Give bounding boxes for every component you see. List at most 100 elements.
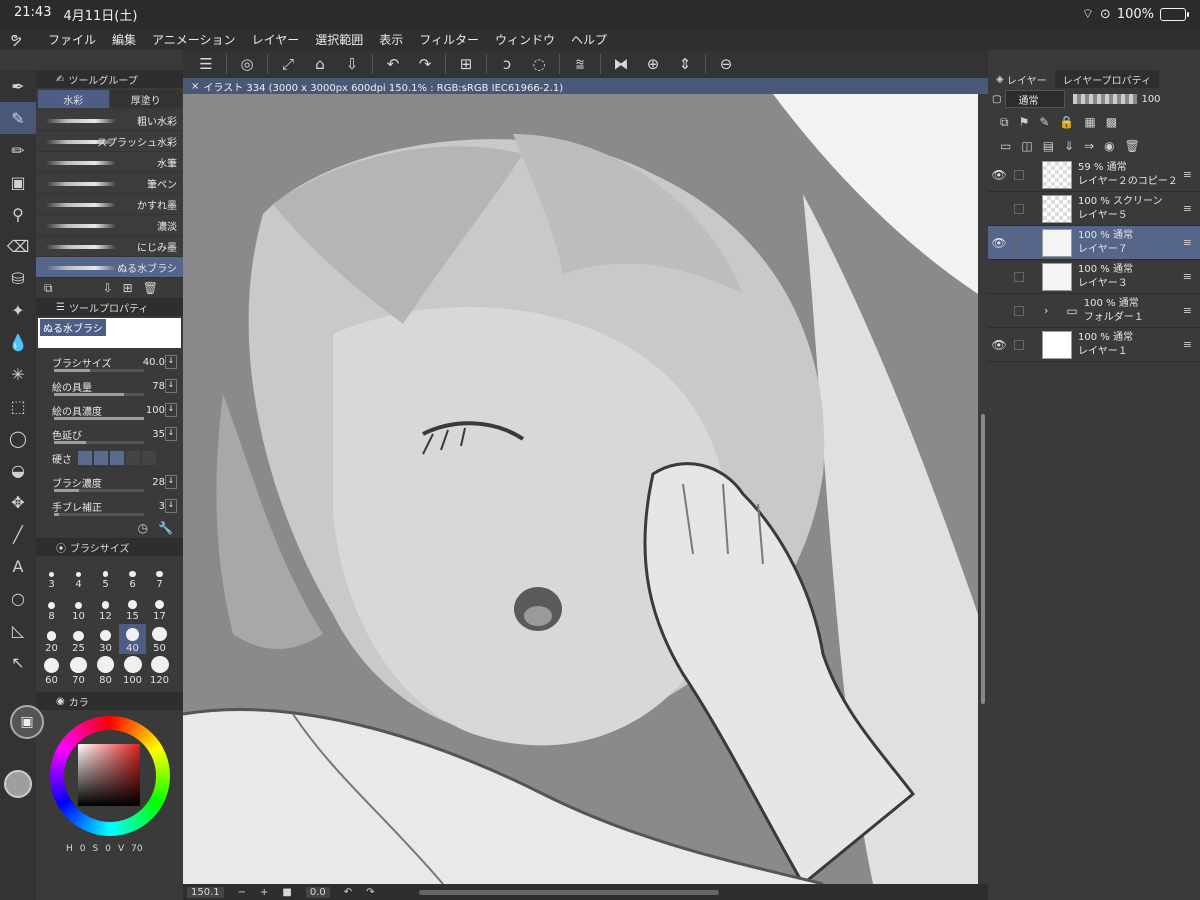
fill-bucket-icon[interactable]: ⛁ bbox=[0, 262, 36, 294]
layer-row[interactable]: 👁 100 % 通常 レイヤー７ ≡ bbox=[988, 226, 1200, 260]
brush-size-option[interactable]: 60 bbox=[38, 656, 65, 686]
brush-size-option[interactable]: 6 bbox=[119, 560, 146, 590]
text-icon[interactable]: A bbox=[0, 550, 36, 582]
download-icon[interactable]: ⇩ bbox=[103, 281, 113, 295]
transfer-icon[interactable]: ⇒ bbox=[1084, 139, 1094, 153]
close-tab-icon[interactable]: × bbox=[191, 81, 199, 92]
object-select-icon[interactable]: ↖ bbox=[0, 646, 36, 678]
mask-icon[interactable]: ▩ bbox=[1106, 115, 1117, 129]
magnifier-icon[interactable]: ⚲ bbox=[0, 198, 36, 230]
vertical-scrollbar[interactable] bbox=[978, 94, 988, 884]
stop-icon[interactable]: ■ bbox=[282, 887, 291, 898]
brush-size-option[interactable]: 30 bbox=[92, 624, 119, 654]
new-vector-layer-icon[interactable]: ◫ bbox=[1021, 139, 1032, 153]
brush-item[interactable]: 水筆 bbox=[36, 152, 183, 173]
property-value[interactable]: 28 bbox=[152, 477, 165, 488]
dynamics-icon[interactable]: ↓ bbox=[165, 499, 177, 513]
clip-icon[interactable]: ⧉ bbox=[1000, 115, 1009, 130]
rotate-left-icon[interactable]: ↶ bbox=[344, 887, 352, 898]
add-mask-icon[interactable]: ◉ bbox=[1104, 139, 1114, 153]
layer-menu-icon[interactable]: ≡ bbox=[1183, 304, 1192, 317]
symmetry-icon[interactable]: ⩰ bbox=[565, 52, 595, 76]
property-slider[interactable] bbox=[54, 417, 144, 420]
lasso-icon[interactable]: ◯ bbox=[0, 422, 36, 454]
line-icon[interactable]: ╱ bbox=[0, 518, 36, 550]
main-color-swatch[interactable] bbox=[4, 770, 32, 798]
property-slider[interactable] bbox=[54, 441, 144, 444]
brush-item[interactable]: ぬる水ブラシ bbox=[36, 257, 183, 278]
layer-lock-checkbox[interactable] bbox=[1014, 339, 1024, 350]
merge-down-icon[interactable]: ⇓ bbox=[1064, 139, 1074, 153]
lock-icon[interactable]: 🔒 bbox=[1059, 115, 1074, 129]
brush-size-option[interactable]: 100 bbox=[119, 656, 146, 686]
brush-size-option[interactable]: 120 bbox=[146, 656, 173, 686]
new-document-icon[interactable]: ⤢ bbox=[273, 52, 303, 76]
flip-horizontal-icon[interactable]: ⧓ bbox=[606, 52, 636, 76]
brush-size-option[interactable]: 70 bbox=[65, 656, 92, 686]
menu-selection[interactable]: 選択範囲 bbox=[307, 31, 371, 48]
layer-menu-icon[interactable]: ≡ bbox=[1183, 338, 1192, 351]
brush-size-option[interactable]: 3 bbox=[38, 560, 65, 590]
canvas[interactable] bbox=[183, 94, 978, 884]
brush-size-option[interactable]: 5 bbox=[92, 560, 119, 590]
zoom-value[interactable]: 150.1 bbox=[187, 886, 224, 898]
brush-size-option[interactable]: 80 bbox=[92, 656, 119, 686]
reference-icon[interactable]: ⚑ bbox=[1019, 115, 1030, 129]
magic-wand-icon[interactable]: ✳ bbox=[0, 358, 36, 390]
reset-icon[interactable]: ◷ bbox=[138, 521, 148, 535]
lasso-fill-icon[interactable]: ↄ bbox=[492, 52, 522, 76]
layer-menu-icon[interactable]: ≡ bbox=[1183, 202, 1192, 215]
pencil-icon[interactable]: ✏ bbox=[0, 134, 36, 166]
layer-row[interactable]: 100 % 通常 レイヤー３ ≡ bbox=[988, 260, 1200, 294]
tab-layer[interactable]: ◈ レイヤー bbox=[988, 70, 1055, 88]
tab-thick-paint[interactable]: 厚塗り bbox=[110, 90, 181, 108]
zoom-in-icon[interactable]: ⊕ bbox=[638, 52, 668, 76]
layer-menu-icon[interactable]: ≡ bbox=[1183, 270, 1192, 283]
layer-menu-icon[interactable]: ≡ bbox=[1183, 236, 1192, 249]
tab-layer-property[interactable]: レイヤープロパティ bbox=[1054, 70, 1160, 88]
layer-menu-icon[interactable]: ≡ bbox=[1183, 168, 1192, 181]
hardness-selector[interactable] bbox=[78, 451, 156, 465]
redo-icon[interactable]: ↷ bbox=[410, 52, 440, 76]
trash-icon[interactable]: 🗑 bbox=[143, 281, 158, 295]
brush-item[interactable]: 粗い水彩 bbox=[36, 110, 183, 131]
rotation-value[interactable]: 0.0 bbox=[305, 886, 330, 898]
layer-row[interactable]: 👁 100 % 通常 レイヤー１ ≡ bbox=[988, 328, 1200, 362]
add-subtool-icon[interactable]: ⊞ bbox=[123, 281, 133, 295]
menu-layer[interactable]: レイヤー bbox=[244, 31, 308, 48]
new-folder-icon[interactable]: ▤ bbox=[1043, 139, 1054, 153]
brush-size-option[interactable]: 17 bbox=[146, 592, 173, 622]
property-slider[interactable] bbox=[54, 513, 144, 516]
dynamics-icon[interactable]: ↓ bbox=[165, 379, 177, 393]
quick-access-button[interactable]: ▣ bbox=[10, 705, 44, 739]
eraser-block-icon[interactable]: ▣ bbox=[0, 166, 36, 198]
clip-studio-icon[interactable]: ◎ bbox=[232, 52, 262, 76]
layer-row[interactable]: › ▭ 100 % 通常 フォルダー１ ≡ bbox=[988, 294, 1200, 328]
menu-filter[interactable]: フィルター bbox=[411, 31, 487, 48]
property-slider[interactable] bbox=[54, 489, 144, 492]
brush-item[interactable]: にじみ墨 bbox=[36, 236, 183, 257]
rotate-right-icon[interactable]: ↷ bbox=[366, 887, 374, 898]
menu-view[interactable]: 表示 bbox=[371, 31, 411, 48]
open-folder-icon[interactable]: ⌂ bbox=[305, 52, 335, 76]
clip-studio-logo-icon[interactable]: ຯ bbox=[10, 30, 40, 48]
brush-item[interactable]: スプラッシュ水彩 bbox=[36, 131, 183, 152]
opacity-slider[interactable] bbox=[1073, 94, 1138, 104]
zoom-in-button[interactable]: + bbox=[260, 887, 268, 898]
brush-item[interactable]: 濃淡 bbox=[36, 215, 183, 236]
blend-mode-select[interactable]: 通常 bbox=[1005, 90, 1066, 108]
document-tab[interactable]: × イラスト 334 (3000 x 3000px 600dpi 150.1% … bbox=[183, 78, 988, 94]
eye-icon[interactable]: 👁 bbox=[988, 168, 1010, 182]
brush-size-option[interactable]: 50 bbox=[146, 624, 173, 654]
fill-icon[interactable]: ◒ bbox=[0, 454, 36, 486]
menu-edit[interactable]: 編集 bbox=[104, 31, 144, 48]
menu-help[interactable]: ヘルプ bbox=[563, 31, 615, 48]
rect-select-icon[interactable]: ⬚ bbox=[0, 390, 36, 422]
layer-lock-checkbox[interactable] bbox=[1014, 203, 1024, 214]
brush-size-option[interactable]: 7 bbox=[146, 560, 173, 590]
ruler-icon[interactable]: ◺ bbox=[0, 614, 36, 646]
property-value[interactable]: 35 bbox=[152, 429, 165, 440]
saturation-value-square[interactable] bbox=[78, 744, 140, 806]
undo-icon[interactable]: ↶ bbox=[378, 52, 408, 76]
dynamics-icon[interactable]: ↓ bbox=[165, 475, 177, 489]
